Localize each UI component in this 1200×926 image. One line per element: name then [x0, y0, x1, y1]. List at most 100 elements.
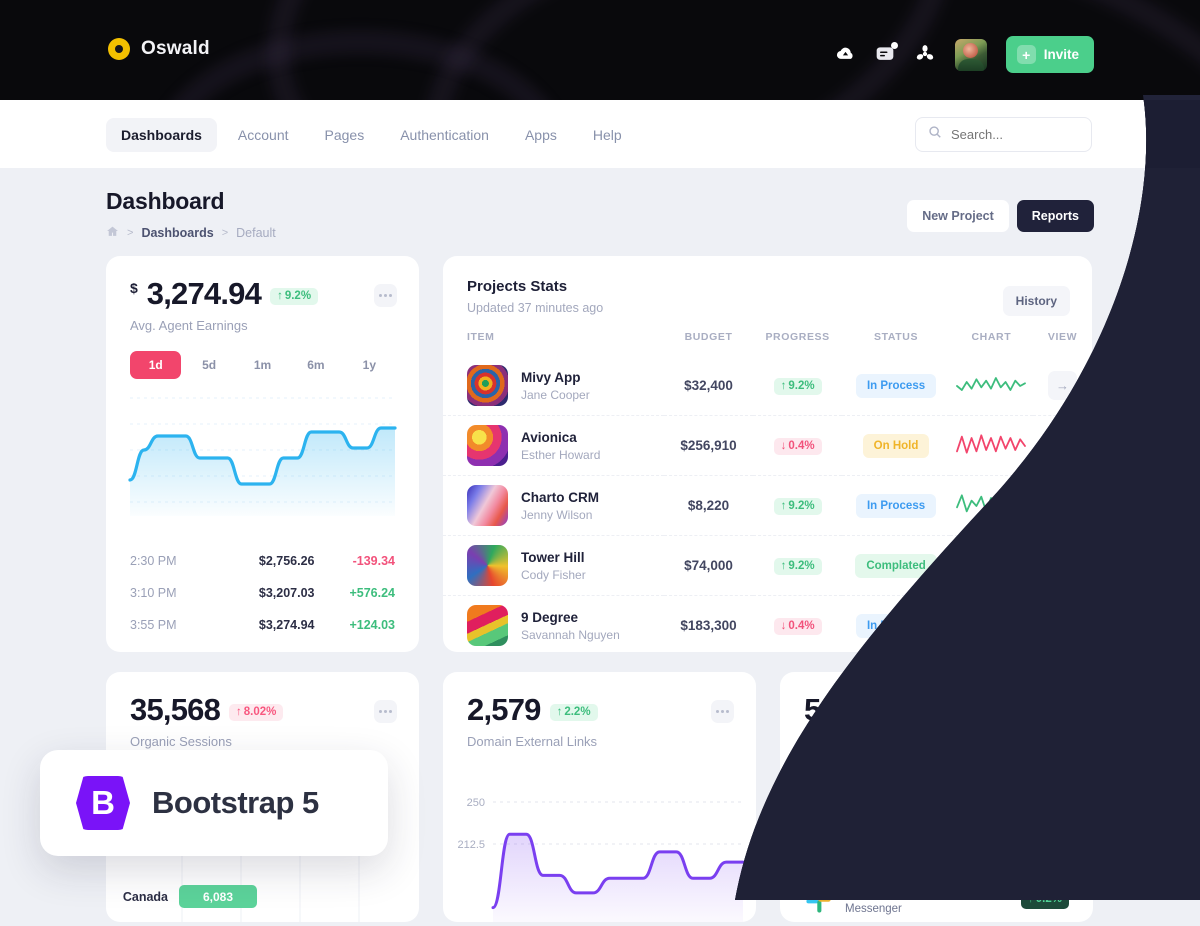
earnings-line-chart	[128, 397, 397, 516]
earnings-card-menu-button[interactable]	[374, 284, 397, 307]
progress-badge: ↓0.4%	[773, 437, 822, 456]
brand-name: Oswald	[141, 38, 210, 59]
social-change-badge: ↑ 0.2%	[1021, 891, 1069, 909]
range-tab-5d[interactable]: 5d	[183, 351, 234, 379]
search-input[interactable]	[951, 127, 1071, 142]
earnings-change-badge: ↑ 9.2%	[270, 287, 319, 305]
project-status: On Hold	[842, 415, 950, 476]
project-owner: Esther Howard	[521, 447, 601, 462]
progress-badge: ↑9.2%	[773, 557, 822, 576]
arrow-up-icon: ↑	[780, 379, 787, 392]
social-label: Visits by Social Networks	[804, 734, 949, 749]
links-card-menu-button[interactable]	[711, 700, 734, 723]
message-icon[interactable]	[875, 42, 898, 65]
list-item[interactable]: Dribbble Community 579 ↑ 2.6%	[804, 768, 1069, 820]
table-row[interactable]: Tower Hill Cody Fisher $74,000 ↑9.2% Comp…	[443, 535, 1092, 596]
nav-item-pages[interactable]: Pages	[310, 118, 380, 152]
project-sparkline	[949, 475, 1033, 536]
progress-value: 9.2%	[788, 499, 815, 512]
nav-item-dashboards[interactable]: Dashboards	[106, 118, 217, 152]
project-view: →	[1032, 475, 1092, 536]
share-icon[interactable]	[915, 44, 936, 65]
arrow-right-icon[interactable]: →	[625, 175, 654, 204]
table-row[interactable]: Avionica Esther Howard $256,910 ↓ 0.4% On …	[443, 415, 1092, 476]
search-box[interactable]	[915, 117, 1092, 152]
project-thumbnail	[467, 605, 508, 646]
status-badge: On Hold	[862, 433, 930, 458]
home-icon[interactable]	[106, 225, 119, 241]
arrow-up-icon: ↑	[277, 289, 283, 302]
nav-item-authentication[interactable]: Authentication	[385, 118, 504, 152]
earnings-row-time: 2:30 PM	[130, 554, 177, 568]
nav-items: Dashboards Account Pages Authentication …	[106, 118, 637, 152]
nav-item-apps[interactable]: Apps	[510, 118, 572, 152]
project-thumbnail	[24, 289, 65, 330]
donut-icon	[108, 38, 130, 60]
range-tab-1y[interactable]: 1y	[344, 351, 395, 379]
dribbble-icon	[804, 779, 833, 809]
list-item[interactable]: in Linked In Social Media 1,088 ↓ 0.4%	[804, 820, 1069, 873]
arrow-right-icon[interactable]: →	[1047, 551, 1077, 580]
earnings-row-time: 3:55 PM	[130, 618, 177, 632]
organic-label: Organic Sessions	[130, 734, 232, 749]
project-view: →	[1033, 356, 1092, 416]
range-tab-6m[interactable]: 6m	[290, 351, 341, 379]
arrow-down-icon: ↓	[780, 439, 787, 452]
breadcrumb-item-dashboards[interactable]: Dashboards	[141, 226, 213, 240]
social-rows: Dribbble Community 579 ↑ 2.6% in Linked In…	[804, 768, 1069, 926]
links-label: Domain External Links	[467, 734, 598, 749]
slack-icon	[804, 886, 833, 915]
arrow-right-icon[interactable]: →	[1047, 611, 1077, 640]
earnings-row: 3:10 PM $3,207.03 +576.24	[130, 577, 395, 609]
project-name: Mivy App	[521, 369, 581, 385]
svg-text:212.5: 212.5	[457, 839, 485, 851]
range-tab-1d[interactable]: 1d	[130, 351, 182, 379]
progress-value: 9.2%	[788, 379, 815, 392]
table-row[interactable]: Mivy App Jane Cooper $32,400 ↑9.2% In Pro…	[443, 356, 1092, 416]
bootstrap-label: Bootstrap 5	[152, 785, 319, 820]
page-header: Dashboard > Dashboards > Default	[106, 188, 276, 241]
range-tab-1m[interactable]: 1m	[237, 351, 288, 379]
project-progress: ↑9.2%	[753, 356, 842, 416]
social-card-menu-button[interactable]	[1048, 700, 1071, 723]
table-row[interactable]: 9 Degree Savannah Nguyen $183,300 ↓0.4% I…	[443, 595, 1092, 655]
invite-label: Invite	[1043, 47, 1079, 62]
user-avatar[interactable]	[954, 38, 987, 71]
invite-button[interactable]: + Invite	[1005, 36, 1094, 73]
organic-value: 35,568	[130, 692, 221, 727]
brand-logo[interactable]: Oswald	[108, 38, 210, 60]
arrow-right-icon[interactable]: →	[1047, 371, 1077, 400]
earnings-row-delta: +576.24	[349, 586, 395, 600]
search-icon	[928, 125, 942, 144]
reports-button[interactable]: Reports	[1016, 200, 1094, 232]
table-row[interactable]: Charto CRM Jenny Wilson $8,220 ↑9.2% In P…	[443, 475, 1092, 536]
projects-card-subtitle: Updated 37 minutes ago	[467, 301, 604, 315]
history-button[interactable]: History	[1002, 286, 1070, 316]
table-row[interactable]: Avionica Esther Howard $256,910 ↓ 0.4% On …	[0, 160, 670, 220]
currency-symbol: $	[130, 280, 138, 296]
new-project-button[interactable]: New Project	[907, 200, 1009, 232]
progress-badge: ↓0.4%	[344, 182, 392, 200]
project-name: Avionica	[78, 173, 134, 189]
nav-item-account[interactable]: Account	[223, 118, 304, 152]
organic-card-menu-button[interactable]	[374, 700, 397, 723]
breadcrumb-separator: >	[221, 227, 229, 239]
arrow-right-icon[interactable]: →	[1047, 431, 1077, 460]
organic-card-header: 35,568 ↑ 8.02% Organic Sessions	[106, 672, 419, 749]
slack-icon	[24, 241, 53, 270]
nav-item-help[interactable]: Help	[578, 118, 637, 152]
project-name: 9 Degree	[521, 609, 579, 625]
social-change-badge: ↑ 2.6%	[1021, 785, 1069, 803]
earnings-row-delta: -139.34	[352, 554, 395, 568]
top-bar: Oswald + Invite	[0, 0, 1200, 100]
project-sparkline	[524, 160, 608, 220]
column-header-budget: BUDGET	[684, 331, 733, 343]
item-cell: 9 Degree Savannah Nguyen	[443, 605, 664, 646]
social-card-header: 5,037 ↑ 2.2% Visits by Social Networks	[780, 672, 1093, 749]
project-view: →	[1032, 415, 1092, 476]
cloud-download-icon[interactable]	[835, 44, 856, 65]
arrow-right-icon[interactable]: →	[1047, 491, 1077, 520]
social-name: Linked In	[845, 832, 903, 847]
earnings-row-time: 3:10 PM	[130, 586, 177, 600]
project-budget: $74,000	[664, 535, 753, 596]
